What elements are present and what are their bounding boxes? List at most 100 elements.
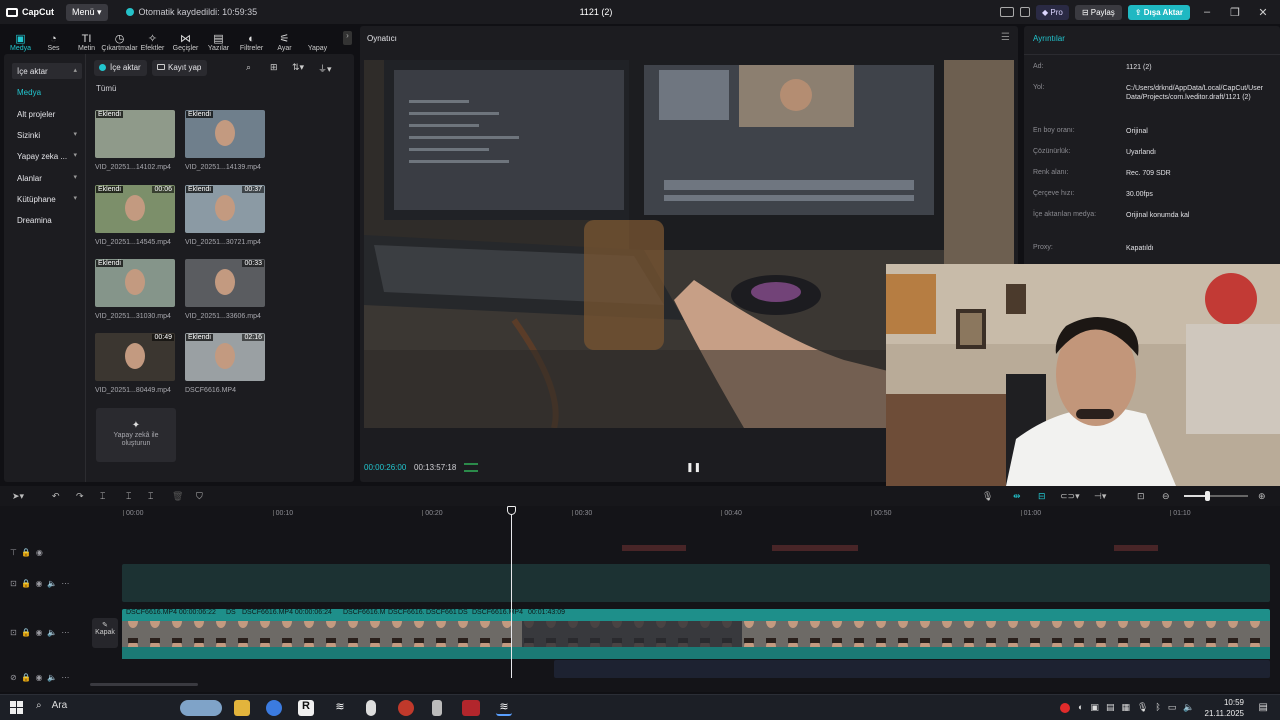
redo-icon[interactable]: ↷ bbox=[76, 491, 84, 502]
undo-icon[interactable]: ↶ bbox=[52, 491, 60, 502]
sidebar-item-1[interactable]: Medya bbox=[12, 84, 82, 100]
main-track[interactable] bbox=[122, 609, 1270, 659]
sidebar-item-4[interactable]: Yapay zeka ... ▾ bbox=[12, 148, 82, 164]
widget-icon[interactable] bbox=[180, 700, 222, 716]
taskbar-clock[interactable]: 10:59 21.11.2025 bbox=[1205, 697, 1244, 719]
horizontal-scrollbar[interactable] bbox=[90, 683, 198, 686]
sidebar-item-0[interactable]: İçe aktar ▴ bbox=[12, 63, 82, 79]
layout-icon[interactable] bbox=[1000, 7, 1014, 17]
chrome-icon[interactable] bbox=[266, 700, 282, 716]
capcut-taskbar-icon[interactable]: ≋ bbox=[332, 700, 348, 716]
cover-button[interactable]: ✎ Kapak bbox=[92, 618, 118, 648]
timeline[interactable]: 00:00 00:10 00:20 00:30 00:40 00:50 01:00 01:10… bbox=[0, 506, 1280, 692]
main-track-controls[interactable]: ⊡ 🔒 ◉ 🔈 ⋯ bbox=[10, 628, 69, 637]
media-app-icon[interactable] bbox=[462, 700, 480, 716]
sort-icon[interactable]: ⇅▾ bbox=[292, 62, 304, 73]
media-item[interactable]: 00:33 VID_20251...33606.mp4 bbox=[185, 259, 265, 320]
split-right-icon[interactable]: ⌶ bbox=[148, 491, 153, 502]
sidebar-item-2[interactable]: Alt projeler bbox=[12, 106, 82, 122]
audio-track[interactable] bbox=[554, 660, 1270, 678]
shortcuts-icon[interactable] bbox=[1020, 7, 1030, 17]
pause-icon[interactable]: ❚❚ bbox=[686, 462, 701, 473]
overlay-track-controls[interactable]: ⊡ 🔒 ◉ 🔈 ⋯ bbox=[10, 579, 69, 588]
text-track[interactable] bbox=[122, 543, 1270, 553]
duration-badge: 00:33 bbox=[242, 260, 264, 267]
link-icon[interactable]: ⇹ bbox=[1013, 491, 1021, 502]
split-left-icon[interactable]: ⌶ bbox=[126, 491, 131, 502]
tool-filters[interactable]: ◐ Filtreler bbox=[235, 33, 268, 52]
menu-button[interactable]: Menü ▾ bbox=[66, 3, 108, 21]
text-track-controls[interactable]: ⊤ 🔒 ◉ bbox=[10, 548, 43, 557]
tool-captions[interactable]: ▤ Yazılar bbox=[202, 33, 235, 52]
zoom-slider-handle[interactable] bbox=[1205, 491, 1210, 501]
playhead[interactable] bbox=[511, 506, 512, 678]
tool-media[interactable]: ▣ Medya bbox=[4, 33, 37, 52]
audio-icon: ◔ bbox=[50, 33, 57, 45]
detail-key: Çerçeve hızı: bbox=[1033, 190, 1075, 197]
filter-all-label[interactable]: Tümü bbox=[96, 84, 116, 93]
tool-audio[interactable]: ◔ Ses bbox=[37, 33, 70, 52]
mouse-app-icon[interactable] bbox=[366, 700, 376, 716]
media-item[interactable]: Eklendi 02:16 DSCF6616.MP4 bbox=[185, 333, 265, 394]
media-item[interactable]: Eklendi VID_20251...31030.mp4 bbox=[95, 259, 175, 320]
sidebar-item-3[interactable]: Sizinki ▾ bbox=[12, 127, 82, 143]
pro-button[interactable]: ◆ Pro bbox=[1036, 4, 1069, 20]
filter-icon[interactable]: ⏚▾ bbox=[318, 62, 332, 75]
sidebar-item-5[interactable]: Alanlar ▾ bbox=[12, 170, 82, 186]
snap-icon[interactable]: ⊣▾ bbox=[1094, 491, 1106, 502]
playhead-handle[interactable] bbox=[507, 506, 516, 515]
tool-transitions[interactable]: ⋈ Geçişler bbox=[169, 33, 202, 52]
microphone-icon[interactable]: 🎙 bbox=[982, 491, 993, 502]
magnet-icon[interactable]: ⊂⊃▾ bbox=[1060, 491, 1080, 502]
chevron-icon: ▾ bbox=[73, 131, 77, 138]
share-button[interactable]: ⊟ Paylaş bbox=[1074, 4, 1122, 20]
tool-adjust[interactable]: ⚟ Ayar bbox=[268, 33, 301, 52]
delete-icon[interactable]: 🗑 bbox=[172, 491, 183, 502]
import-button[interactable]: İçe aktar bbox=[94, 60, 147, 76]
ai-create-card[interactable]: ✦ Yapay zekâ ile oluşturun bbox=[96, 408, 176, 462]
tool-ai[interactable]: Yapay bbox=[301, 45, 334, 52]
menu-icon[interactable]: ☰ bbox=[1001, 32, 1010, 43]
zoom-in-icon[interactable]: ⊕ bbox=[1258, 491, 1266, 502]
close-icon[interactable]: ✕ bbox=[1252, 6, 1274, 19]
tool-text[interactable]: TI Metin bbox=[70, 33, 103, 52]
shield-icon[interactable]: ⛉ bbox=[196, 491, 203, 502]
search-icon[interactable]: ⌕ bbox=[246, 62, 251, 73]
export-button[interactable]: ⇪ Dışa Aktar bbox=[1127, 4, 1190, 20]
media-item[interactable]: Eklendi VID_20251...14139.mp4 bbox=[185, 110, 265, 171]
sidebar-item-6[interactable]: Kütüphane ▾ bbox=[12, 191, 82, 207]
windows-start-icon[interactable] bbox=[10, 701, 23, 714]
chevron-right-icon[interactable]: › bbox=[343, 31, 352, 45]
media-item[interactable]: Eklendi 00:06 VID_20251...14545.mp4 bbox=[95, 185, 175, 246]
usb-icon[interactable] bbox=[432, 700, 442, 716]
media-item[interactable]: Eklendi VID_20251...14102.mp4 bbox=[95, 110, 175, 171]
grid-view-icon[interactable]: ⊞ bbox=[270, 62, 278, 73]
media-item[interactable]: 00:49 VID_20251...80449.mp4 bbox=[95, 333, 175, 394]
audio-track-controls[interactable]: ⊘ 🔒 ◉ 🔈 ⋯ bbox=[10, 673, 69, 682]
taskbar-search[interactable]: ⌕ Ara bbox=[36, 700, 67, 711]
maximize-icon[interactable]: ❐ bbox=[1224, 6, 1246, 19]
minimize-icon[interactable]: – bbox=[1196, 6, 1218, 18]
ruler-tick bbox=[571, 510, 573, 516]
caption-icon[interactable]: ⊡ bbox=[1137, 491, 1145, 502]
record-button[interactable]: Kayıt yap bbox=[152, 60, 208, 76]
pointer-icon[interactable]: ➤▾ bbox=[12, 491, 24, 502]
app-r-icon[interactable]: R bbox=[298, 700, 314, 716]
preview-axis-icon[interactable]: ⊟ bbox=[1038, 491, 1046, 502]
capcut-active-icon[interactable]: ≋ bbox=[496, 700, 512, 716]
sidebar-item-7[interactable]: Dreamina bbox=[12, 212, 82, 228]
notification-icon[interactable]: ▤ bbox=[1259, 702, 1268, 713]
overlay-track[interactable] bbox=[122, 564, 1270, 602]
media-item[interactable]: Eklendi 00:37 VID_20251...30721.mp4 bbox=[185, 185, 265, 246]
sidebar-item-label: Alt projeler bbox=[17, 110, 56, 119]
system-tray-icons[interactable]: ◐▣▤▦🎙ᛒ▭🔈 bbox=[1078, 702, 1201, 713]
tool-effects[interactable]: ✧ Efektler bbox=[136, 33, 169, 52]
file-explorer-icon[interactable] bbox=[234, 700, 250, 716]
recording-tray-icon[interactable] bbox=[1060, 703, 1070, 713]
current-time: 00:00:26:00 bbox=[364, 463, 407, 472]
tool-sticker[interactable]: ◷ Çıkartmalar bbox=[101, 33, 137, 52]
added-badge: Eklendi bbox=[186, 111, 213, 118]
obs-icon[interactable] bbox=[398, 700, 414, 716]
zoom-out-icon[interactable]: ⊖ bbox=[1162, 491, 1170, 502]
split-icon[interactable]: ⌶ bbox=[100, 491, 105, 502]
